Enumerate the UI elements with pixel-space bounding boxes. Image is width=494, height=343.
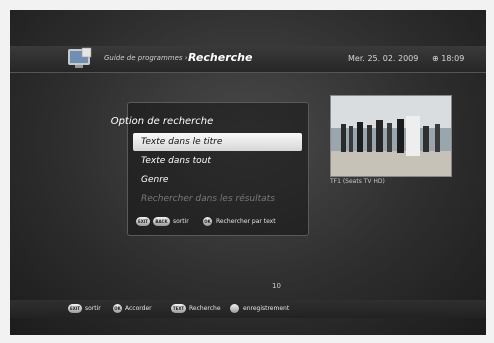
tv-icon [68, 47, 92, 68]
breadcrumb: Guide de programmes › [104, 54, 188, 62]
option-all-text[interactable]: Texte dans tout [133, 152, 302, 170]
channel-preview [330, 95, 452, 177]
date-display: Mer. 25. 02. 2009 [348, 54, 419, 63]
option-genre[interactable]: Genre [133, 171, 302, 189]
page-number: 10 [272, 282, 281, 290]
footer-text-hint: Recherche [189, 305, 221, 312]
footer-exit-hint: sortir [85, 305, 101, 312]
record-icon[interactable] [230, 304, 239, 313]
page-title: Recherche [188, 51, 253, 64]
footer-ok-hint: Accorder [125, 305, 152, 312]
option-search-in-results: Rechercher dans les résultats [141, 194, 275, 204]
option-title-text[interactable]: Texte dans le titre [133, 133, 302, 151]
footer-ok-key-icon[interactable]: OK [113, 304, 122, 313]
dialog-title: Option de recherche [110, 116, 214, 127]
back-key-icon[interactable]: BACK [153, 217, 170, 226]
dialog-ok-hint: Rechercher par text [216, 218, 276, 225]
footer-exit-key-icon[interactable]: EXIT [68, 304, 82, 313]
footer-record-hint: enregistrement [243, 305, 290, 312]
ok-key-icon[interactable]: OK [203, 217, 212, 226]
exit-key-icon[interactable]: EXIT [136, 217, 150, 226]
channel-caption: TF1 (Seats TV HD) [330, 178, 385, 185]
preview-image [331, 96, 451, 176]
footer-text-key-icon[interactable]: TEXT [171, 304, 186, 313]
clock-display: ⊕ 18:09 [432, 54, 465, 63]
tv-screen: Guide de programmes › Recherche Mer. 25.… [10, 10, 486, 335]
dialog-exit-hint: sortir [173, 218, 189, 225]
